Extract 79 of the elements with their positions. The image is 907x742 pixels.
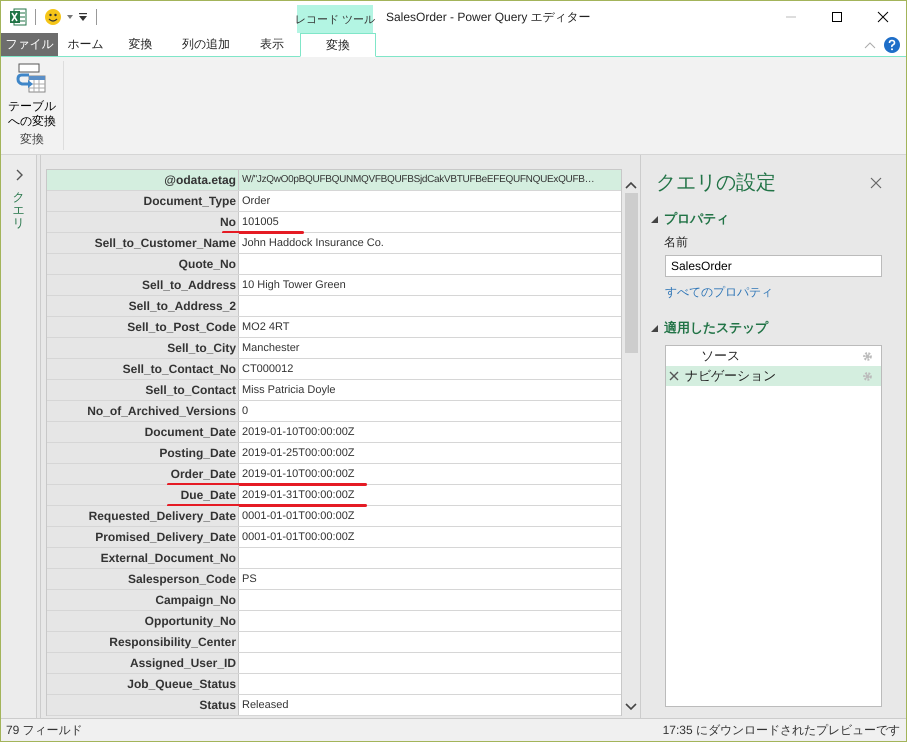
field-value-cell[interactable]: John Haddock Insurance Co. [239, 233, 621, 253]
field-value-cell[interactable]: MO2 4RT [239, 317, 621, 337]
field-value-cell[interactable]: 2019-01-31T00:00:00Z [239, 485, 621, 505]
field-name-cell[interactable]: No [47, 212, 239, 232]
name-field[interactable]: SalesOrder [665, 255, 882, 277]
field-name-cell[interactable]: Posting_Date [47, 443, 239, 463]
field-value-cell[interactable]: Released [239, 695, 621, 715]
applied-step[interactable]: ナビゲーション [666, 366, 881, 386]
window-title: SalesOrder - Power Query エディター [385, 8, 591, 26]
customize-caret-icon[interactable] [78, 12, 88, 22]
ribbon-tab[interactable]: ファイル [1, 33, 58, 56]
group-label: 変換 [20, 131, 44, 148]
field-name-cell[interactable]: Sell_to_Contact [47, 380, 239, 400]
field-name-cell[interactable]: Job_Queue_Status [47, 674, 239, 694]
scroll-down-icon[interactable] [625, 703, 637, 711]
field-value-cell[interactable]: 101005 [239, 212, 621, 232]
field-value-cell[interactable]: 10 High Tower Green [239, 275, 621, 295]
expand-chevron-icon[interactable] [14, 169, 22, 181]
field-value-cell[interactable]: Miss Patricia Doyle [239, 380, 621, 400]
spreadsheet-app-icon[interactable] [9, 8, 27, 26]
field-value-cell[interactable]: 2019-01-25T00:00:00Z [239, 443, 621, 463]
preview-status: 17:35 にダウンロードされたプレビューです [662, 722, 900, 738]
scroll-up-icon[interactable] [625, 181, 637, 189]
field-name-cell[interactable]: Sell_to_Address_2 [47, 296, 239, 316]
field-value-cell[interactable]: 0001-01-01T00:00:00Z [239, 506, 621, 526]
section-heading: 適用したステップ [664, 319, 768, 337]
ribbon-tab[interactable]: 変換 [300, 33, 376, 57]
field-name-cell[interactable]: Sell_to_Post_Code [47, 317, 239, 337]
field-name-cell[interactable]: Salesperson_Code [47, 569, 239, 589]
field-name-cell[interactable]: Due_Date [47, 485, 239, 505]
field-name-cell[interactable]: Sell_to_Contact_No [47, 359, 239, 379]
field-value-cell[interactable]: CT000012 [239, 359, 621, 379]
field-name-cell[interactable]: Status [47, 695, 239, 715]
field-name-cell[interactable]: Responsibility_Center [47, 632, 239, 652]
field-name-cell[interactable]: Assigned_User_ID [47, 653, 239, 673]
field-name-cell[interactable]: External_Document_No [47, 548, 239, 568]
name-label: 名前 [664, 234, 689, 251]
convert-to-table-button[interactable]: テーブルへの変換 [4, 61, 60, 131]
delete-icon[interactable] [669, 371, 679, 381]
field-name-cell[interactable]: Order_Date [47, 464, 239, 484]
help-icon[interactable] [884, 36, 900, 52]
field-name-cell[interactable]: Campaign_No [47, 590, 239, 610]
contextual-tab-group-label: レコード ツール [297, 5, 373, 33]
queries-pane-label[interactable]: クエリ [12, 191, 24, 231]
ribbon-tab[interactable]: 列の追加 [168, 33, 244, 56]
ribbon-tab[interactable]: 表示 [244, 33, 300, 56]
caret-icon[interactable] [67, 14, 73, 20]
field-name-cell[interactable]: Promised_Delivery_Date [47, 527, 239, 547]
all-properties-link[interactable]: すべてのプロパティ [665, 284, 882, 301]
field-value-cell[interactable]: 0 [239, 401, 621, 421]
field-count: 79 フィールド [6, 722, 83, 738]
field-name-cell[interactable]: Document_Type [47, 191, 239, 211]
field-value-cell[interactable]: PS [239, 569, 621, 589]
field-value-cell[interactable]: 0001-01-01T00:00:00Z [239, 527, 621, 547]
scrollbar-thumb[interactable] [624, 193, 638, 353]
field-name-cell[interactable]: Sell_to_Customer_Name [47, 233, 239, 253]
ribbon-tab[interactable]: ホーム [58, 33, 113, 56]
field-name-cell[interactable]: Document_Date [47, 422, 239, 442]
field-name-cell[interactable]: Opportunity_No [47, 611, 239, 631]
field-value-cell[interactable]: Order [239, 191, 621, 211]
field-value-cell[interactable]: 2019-01-10T00:00:00Z [239, 464, 621, 484]
field-name-cell[interactable]: Sell_to_Address [47, 275, 239, 295]
maximize-icon[interactable] [831, 11, 843, 23]
field-name-cell[interactable]: @odata.etag [47, 170, 239, 190]
applied-step[interactable]: ソース [666, 346, 881, 366]
section-heading: プロパティ [664, 210, 729, 228]
smiley-icon[interactable] [44, 8, 62, 26]
field-name-cell[interactable]: Quote_No [47, 254, 239, 274]
ribbon-tab[interactable]: 変換 [113, 33, 168, 56]
field-value-cell[interactable]: W/"JzQwO0pBQUFBQUNMQVFBQUFBSjdCakVBTUFBeEFEQUFNQUExQUFB… [239, 170, 621, 190]
pane-title: クエリの設定 [656, 171, 776, 196]
close-icon[interactable] [877, 11, 889, 23]
field-name-cell[interactable]: Sell_to_City [47, 338, 239, 358]
field-value-cell[interactable]: 2019-01-10T00:00:00Z [239, 422, 621, 442]
field-value-cell[interactable]: Manchester [239, 338, 621, 358]
collapse-triangle-icon[interactable] [651, 324, 658, 332]
field-name-cell[interactable]: Requested_Delivery_Date [47, 506, 239, 526]
collapse-triangle-icon[interactable] [651, 216, 658, 222]
field-name-cell[interactable]: No_of_Archived_Versions [47, 401, 239, 421]
